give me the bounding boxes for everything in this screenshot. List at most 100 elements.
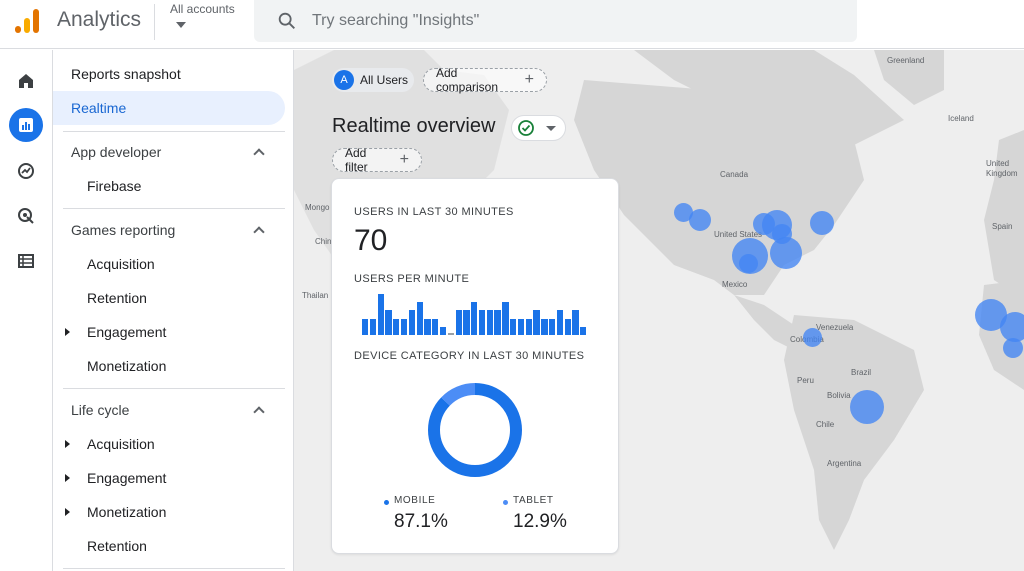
nav-divider — [63, 131, 285, 132]
nav-section-life-cycle[interactable]: Life cycle — [53, 393, 285, 427]
collapse-icon — [253, 226, 265, 238]
header-divider — [154, 4, 155, 40]
collapse-icon — [253, 406, 265, 418]
data-status-dropdown[interactable] — [511, 115, 566, 141]
user-location-bubble[interactable] — [850, 390, 884, 424]
minute-bar[interactable] — [564, 319, 571, 335]
minute-bar[interactable] — [478, 310, 486, 335]
minute-bar[interactable] — [424, 319, 431, 335]
add-filter-button[interactable]: Add filter + — [332, 146, 422, 174]
plus-icon: + — [399, 151, 409, 168]
add-comparison-button[interactable]: Add comparison + — [423, 66, 547, 94]
minute-bar[interactable] — [549, 319, 556, 335]
all-users-chip[interactable]: A All Users — [332, 68, 414, 92]
nav-item-label: Engagement — [87, 324, 167, 340]
minute-bar[interactable] — [385, 310, 392, 335]
minute-bar[interactable] — [432, 319, 439, 335]
user-location-bubble[interactable] — [770, 237, 802, 269]
minute-bar[interactable] — [556, 310, 564, 335]
minute-bar[interactable] — [393, 319, 400, 335]
plus-icon: + — [524, 71, 534, 88]
home-icon[interactable] — [9, 64, 43, 98]
account-dropdown-icon[interactable] — [176, 22, 186, 28]
user-location-bubble[interactable] — [803, 328, 822, 347]
nav-section-label: Games reporting — [71, 222, 176, 238]
minute-bar[interactable] — [525, 319, 532, 335]
minute-bar[interactable] — [439, 327, 447, 335]
expand-icon — [65, 508, 70, 516]
minute-bar[interactable] — [580, 327, 587, 335]
map-label-greenland: Greenland — [887, 56, 925, 65]
minute-bar[interactable] — [400, 319, 408, 335]
user-location-bubble[interactable] — [689, 209, 711, 231]
configure-icon[interactable] — [9, 244, 43, 278]
map-label-china: Chin — [315, 237, 332, 246]
expand-icon — [65, 328, 70, 336]
expand-icon — [65, 474, 70, 482]
minute-bar[interactable] — [517, 319, 525, 335]
nav-item-realtime[interactable]: Realtime — [53, 91, 285, 125]
realtime-map-area: Greenland Iceland Canada United States M… — [294, 50, 1024, 571]
map-label-united-kingdom: United Kingdom — [986, 159, 1018, 178]
search-bar[interactable] — [254, 0, 857, 42]
nav-section-games-reporting[interactable]: Games reporting — [53, 213, 285, 247]
advertising-icon[interactable] — [9, 199, 43, 233]
users-realtime-card: USERS IN LAST 30 MINUTES 70 USERS PER MI… — [331, 178, 619, 554]
map-label-spain: Spain — [992, 222, 1013, 231]
minute-bar[interactable] — [471, 302, 478, 335]
nav-item-games-acquisition[interactable]: Acquisition — [53, 247, 285, 281]
expand-icon — [65, 440, 70, 448]
account-selector-label[interactable]: All accounts — [170, 2, 235, 16]
tablet-legend-dot — [503, 500, 508, 505]
minute-bar[interactable] — [541, 319, 548, 335]
minute-bar[interactable] — [369, 319, 377, 335]
nav-item-life-monetization[interactable]: Monetization — [53, 495, 285, 529]
user-location-bubble[interactable] — [1003, 338, 1023, 358]
nav-section-app-developer[interactable]: App developer — [53, 135, 285, 169]
minute-bar[interactable] — [455, 310, 462, 335]
users-count: 70 — [354, 224, 388, 257]
nav-item-life-engagement[interactable]: Engagement — [53, 461, 285, 495]
minute-bar[interactable] — [510, 319, 517, 335]
nav-item-life-acquisition[interactable]: Acquisition — [53, 427, 285, 461]
map-label-mexico: Mexico — [722, 280, 748, 289]
reports-icon[interactable] — [9, 108, 43, 142]
top-bar: Analytics All accounts — [0, 0, 1024, 49]
analytics-logo[interactable] — [13, 7, 41, 35]
map-label-bolivia: Bolivia — [827, 391, 851, 400]
minute-bar[interactable] — [416, 302, 423, 335]
map-label-argentina: Argentina — [827, 459, 862, 468]
minute-bar[interactable] — [502, 302, 509, 335]
user-location-bubble[interactable] — [810, 211, 834, 235]
nav-item-games-retention[interactable]: Retention — [53, 281, 285, 315]
map-label-thailand: Thailan — [302, 291, 329, 300]
minute-bar[interactable] — [494, 310, 501, 335]
device-category-label: DEVICE CATEGORY IN LAST 30 MINUTES — [354, 350, 585, 362]
device-donut-chart[interactable] — [427, 382, 523, 478]
mobile-legend-label: MOBILE — [394, 495, 436, 506]
users-per-minute-chart[interactable] — [362, 294, 588, 335]
minute-bar[interactable] — [447, 333, 454, 335]
nav-item-reports-snapshot[interactable]: Reports snapshot — [53, 57, 285, 91]
user-location-bubble[interactable] — [739, 254, 758, 273]
nav-item-label: Acquisition — [87, 436, 155, 452]
minute-bar[interactable] — [572, 310, 579, 335]
page-title: Realtime overview — [332, 115, 496, 137]
minute-bar[interactable] — [408, 310, 416, 335]
minute-bar[interactable] — [533, 310, 540, 335]
left-rail — [0, 50, 53, 571]
nav-item-games-engagement[interactable]: Engagement — [53, 315, 285, 349]
users-per-minute-label: USERS PER MINUTE — [354, 273, 470, 285]
nav-item-label: Engagement — [87, 470, 167, 486]
nav-item-games-monetization[interactable]: Monetization — [53, 349, 285, 383]
minute-bar[interactable] — [486, 310, 493, 335]
nav-item-life-retention[interactable]: Retention — [53, 529, 285, 563]
explore-icon[interactable] — [9, 154, 43, 188]
nav-item-firebase[interactable]: Firebase — [53, 169, 285, 203]
minute-bar[interactable] — [377, 294, 384, 335]
app-title: Analytics — [57, 8, 142, 31]
search-input[interactable] — [312, 0, 832, 42]
minute-bar[interactable] — [463, 310, 470, 335]
minute-bar[interactable] — [362, 319, 369, 335]
nav-section-label: App developer — [71, 144, 162, 160]
